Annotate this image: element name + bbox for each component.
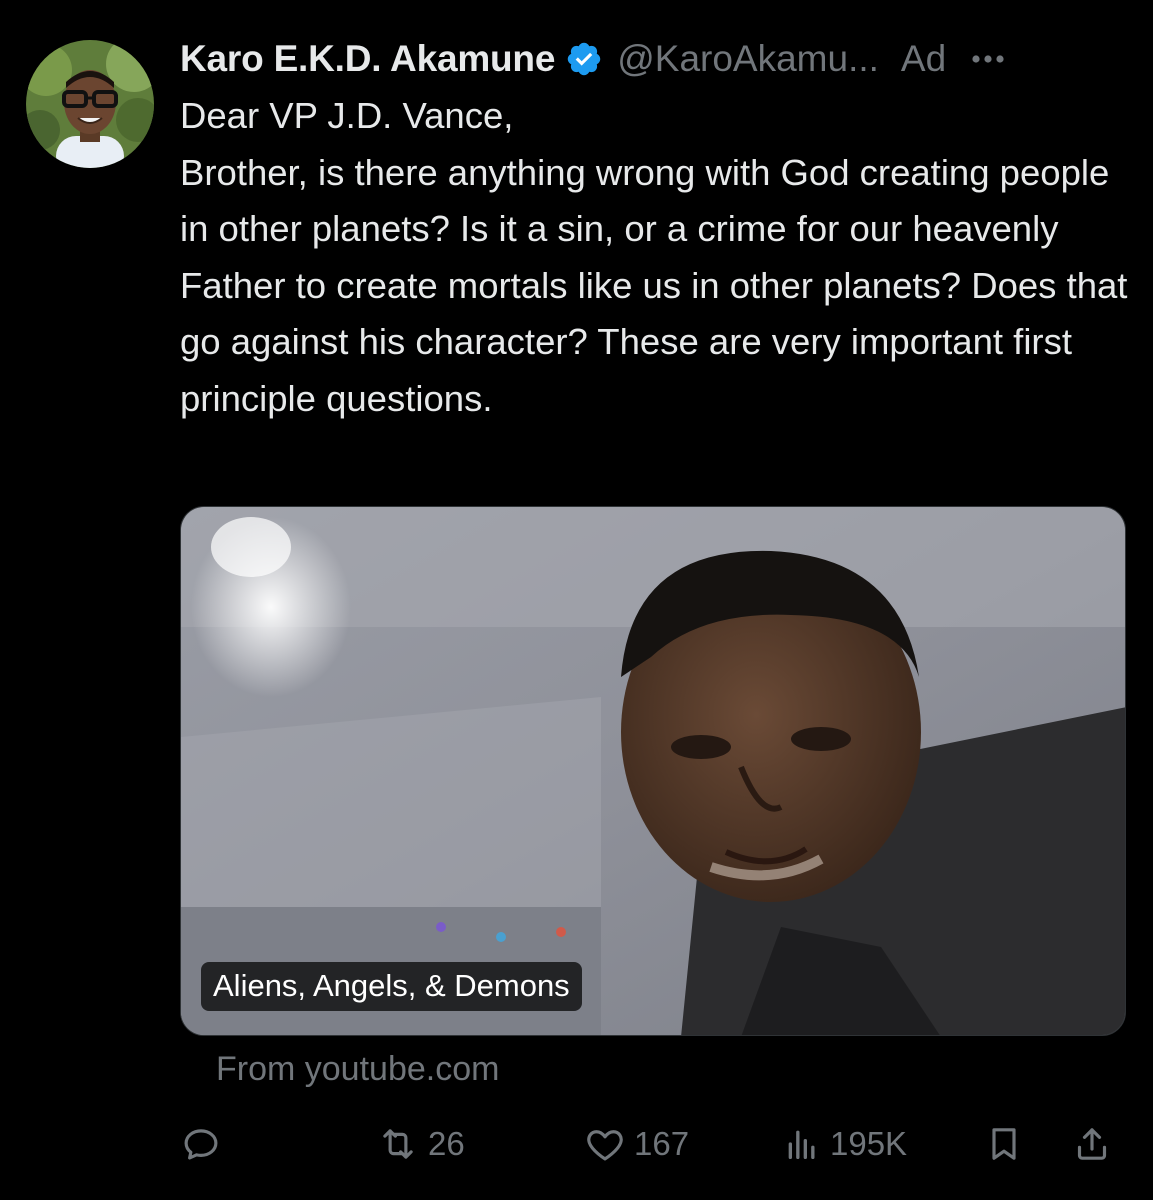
action-bar: 26 167 195K bbox=[180, 1118, 1126, 1170]
reply-icon bbox=[180, 1123, 222, 1165]
repost-icon bbox=[376, 1123, 420, 1165]
repost-count: 26 bbox=[428, 1125, 465, 1162]
more-options-icon[interactable] bbox=[968, 39, 1008, 79]
like-count: 167 bbox=[634, 1125, 690, 1162]
media-caption: Aliens, Angels, & Demons bbox=[201, 962, 582, 1011]
video-thumbnail bbox=[181, 507, 1125, 1035]
repost-button[interactable]: 26 bbox=[376, 1118, 465, 1170]
bookmark-button[interactable] bbox=[984, 1118, 1024, 1170]
heart-icon bbox=[584, 1123, 626, 1165]
link-source[interactable]: From youtube.com bbox=[216, 1050, 499, 1089]
views-count: 195K bbox=[830, 1125, 908, 1162]
share-icon bbox=[1072, 1123, 1112, 1165]
analytics-icon bbox=[782, 1123, 822, 1165]
author-avatar[interactable] bbox=[26, 40, 154, 168]
tweet-header: Karo E.K.D. Akamune @KaroAkamu... Ad bbox=[180, 34, 1129, 84]
tweet-card: Karo E.K.D. Akamune @KaroAkamu... Ad Dea… bbox=[0, 0, 1153, 1200]
bookmark-icon bbox=[984, 1123, 1024, 1165]
ad-label: Ad bbox=[900, 38, 947, 79]
verified-badge-icon bbox=[565, 40, 603, 78]
author-handle[interactable]: @KaroAkamu... bbox=[617, 38, 879, 80]
views-button[interactable]: 195K bbox=[782, 1118, 907, 1170]
reply-button[interactable] bbox=[180, 1118, 222, 1170]
author-name[interactable]: Karo E.K.D. Akamune bbox=[180, 38, 555, 80]
share-button[interactable] bbox=[1072, 1118, 1112, 1170]
tweet-text: Dear VP J.D. Vance, Brother, is there an… bbox=[180, 95, 1128, 419]
link-card-media[interactable]: Aliens, Angels, & Demons bbox=[180, 506, 1126, 1036]
like-button[interactable]: 167 bbox=[584, 1118, 689, 1170]
